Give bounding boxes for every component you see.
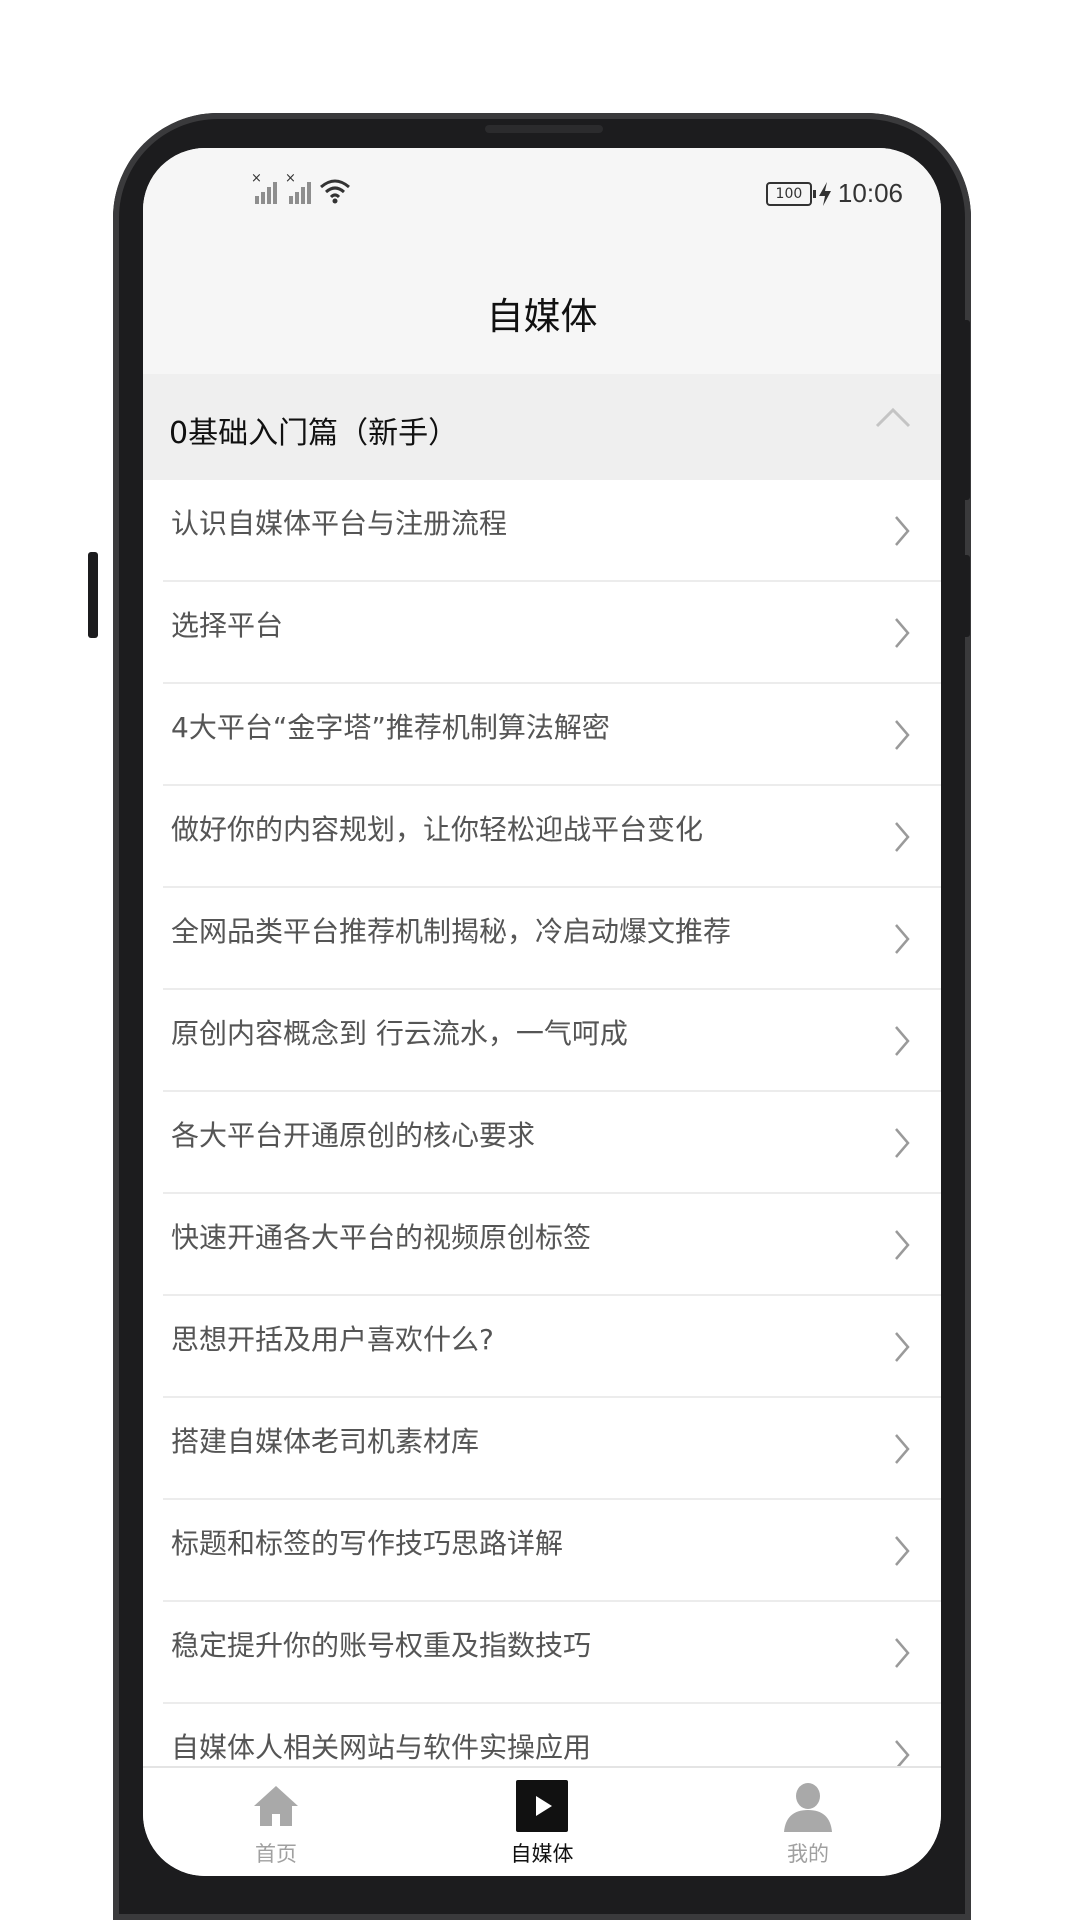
lesson-list: 认识自媒体平台与注册流程 选择平台 4大平台“金字塔”推荐机制算法解密做好你的内容规… xyxy=(143,480,941,1806)
list-item-label: 做好你的内容规划，让你轻松迎战平台变化 xyxy=(171,813,704,846)
chevron-right-icon xyxy=(895,1230,910,1260)
list-item[interactable]: 认识自媒体平台与注册流程 xyxy=(163,480,941,582)
charging-icon xyxy=(818,181,831,206)
list-item-label: 思想开括及用户喜欢什么? xyxy=(171,1323,494,1356)
app-screen: × × 100 10:06 自媒体 0基础入门篇（新手） 认识自媒体平台与注册流… xyxy=(143,148,941,1876)
list-item-label: 搭建自媒体老司机素材库 xyxy=(171,1425,480,1458)
tab-profile[interactable]: 我的 xyxy=(675,1768,941,1876)
chevron-right-icon xyxy=(895,516,910,546)
list-item-label: 快速开通各大平台的视频原创标签 xyxy=(171,1221,592,1254)
chevron-right-icon xyxy=(895,720,910,750)
bottom-tab-bar: 首页 自媒体 我的 xyxy=(143,1766,941,1876)
list-item-label: 原创内容概念到 行云流水，一气呵成 xyxy=(171,1017,628,1050)
chevron-right-icon xyxy=(895,1332,910,1362)
status-bar: × × 100 10:06 xyxy=(143,148,941,248)
list-item[interactable]: 4大平台“金字塔”推荐机制算法解密 xyxy=(163,684,941,786)
home-icon xyxy=(254,1786,298,1826)
list-item-label: 标题和标签的写作技巧思路详解 xyxy=(171,1527,564,1560)
phone-volume-button xyxy=(88,552,98,638)
chevron-right-icon xyxy=(895,1026,910,1056)
tab-label: 自媒体 xyxy=(510,1842,574,1866)
phone-side-button xyxy=(960,555,970,637)
chevron-right-icon xyxy=(895,822,910,852)
battery-icon: 100 xyxy=(765,181,816,206)
list-item[interactable]: 搭建自媒体老司机素材库 xyxy=(163,1398,941,1500)
list-item-label: 各大平台开通原创的核心要求 xyxy=(171,1119,536,1152)
page-header: 自媒体 xyxy=(143,248,941,374)
list-item-label: 自媒体人相关网站与软件实操应用 xyxy=(171,1731,592,1764)
status-left: × × xyxy=(251,172,351,204)
chevron-right-icon xyxy=(895,618,910,648)
tab-label: 首页 xyxy=(255,1842,297,1866)
list-item-label: 全网品类平台推荐机制揭秘，冷启动爆文推荐 xyxy=(171,915,732,948)
chevron-up-icon[interactable] xyxy=(875,406,911,430)
list-item[interactable]: 标题和标签的写作技巧思路详解 xyxy=(163,1500,941,1602)
list-item[interactable]: 稳定提升你的账号权重及指数技巧 xyxy=(163,1602,941,1704)
list-item[interactable]: 思想开括及用户喜欢什么? xyxy=(163,1296,941,1398)
page-title: 自媒体 xyxy=(486,295,598,338)
tab-home[interactable]: 首页 xyxy=(143,1768,409,1876)
user-icon xyxy=(784,1783,832,1832)
status-right: 100 10:06 xyxy=(765,178,903,209)
list-item-label: 选择平台 xyxy=(171,609,284,642)
signal-icon: × xyxy=(251,172,279,204)
list-item[interactable]: 全网品类平台推荐机制揭秘，冷启动爆文推荐 xyxy=(163,888,941,990)
tab-media[interactable]: 自媒体 xyxy=(409,1768,675,1876)
section-title: 0基础入门篇（新手） xyxy=(169,416,459,451)
play-icon xyxy=(516,1780,568,1832)
section-header[interactable]: 0基础入门篇（新手） xyxy=(143,374,941,480)
signal-icon: × xyxy=(285,172,313,204)
list-item[interactable]: 做好你的内容规划，让你轻松迎战平台变化 xyxy=(163,786,941,888)
chevron-right-icon xyxy=(895,924,910,954)
tab-label: 我的 xyxy=(787,1842,829,1866)
wifi-icon xyxy=(320,179,350,204)
status-time: 10:06 xyxy=(837,178,903,208)
list-item-label: 4大平台“金字塔”推荐机制算法解密 xyxy=(171,711,610,744)
chevron-right-icon xyxy=(895,1434,910,1464)
list-item-label: 稳定提升你的账号权重及指数技巧 xyxy=(171,1629,592,1662)
list-item[interactable]: 各大平台开通原创的核心要求 xyxy=(163,1092,941,1194)
list-item[interactable]: 快速开通各大平台的视频原创标签 xyxy=(163,1194,941,1296)
chevron-right-icon xyxy=(895,1128,910,1158)
list-item[interactable]: 原创内容概念到 行云流水，一气呵成 xyxy=(163,990,941,1092)
list-item-label: 认识自媒体平台与注册流程 xyxy=(171,507,508,540)
list-item[interactable]: 选择平台 xyxy=(163,582,941,684)
chevron-right-icon xyxy=(895,1536,910,1566)
chevron-right-icon xyxy=(895,1638,910,1668)
phone-speaker xyxy=(485,125,603,133)
phone-power-button xyxy=(960,320,970,500)
